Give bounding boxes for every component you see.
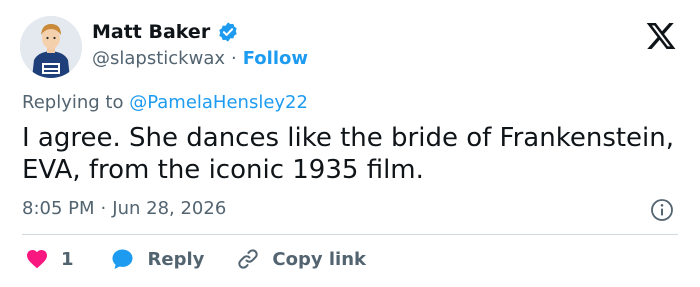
x-logo-icon[interactable] [644, 20, 678, 52]
heart-icon [27, 250, 47, 269]
tweet-time: 8:05 PM [22, 198, 95, 219]
replying-mention-link[interactable]: @PamelaHensley22 [129, 92, 308, 113]
tweet-date: Jun 28, 2026 [112, 198, 227, 219]
action-bar: 1 Reply Copy link [24, 247, 366, 271]
handle-separator: · [231, 48, 237, 69]
timestamp-separator: · [100, 198, 107, 219]
info-icon[interactable] [650, 198, 674, 222]
author-name[interactable]: Matt Baker [92, 21, 210, 43]
like-button[interactable]: 1 [24, 247, 74, 271]
avatar-image [20, 16, 82, 78]
divider [22, 234, 678, 235]
copy-link-label: Copy link [272, 248, 366, 270]
avatar[interactable] [20, 16, 82, 78]
link-icon [238, 249, 259, 269]
tweet-timestamp[interactable]: 8:05 PM · Jun 28, 2026 [22, 198, 226, 219]
replying-prefix: Replying to [22, 92, 124, 113]
tweet-text: I agree. She dances like the bride of Fr… [22, 123, 675, 185]
author-handle[interactable]: @slapstickwax [92, 48, 225, 69]
follow-button[interactable]: Follow [243, 48, 308, 69]
copy-link-button[interactable]: Copy link [236, 247, 366, 271]
replying-to-line: Replying to @PamelaHensley22 [22, 92, 308, 113]
author-name-row: Matt Baker [92, 21, 239, 43]
reply-button[interactable]: Reply [110, 247, 205, 271]
speech-bubble-icon [112, 249, 133, 269]
verified-badge-icon [219, 22, 237, 42]
like-count: 1 [61, 248, 74, 270]
reply-label: Reply [147, 248, 205, 270]
author-handle-row: @slapstickwax · Follow [92, 48, 308, 69]
